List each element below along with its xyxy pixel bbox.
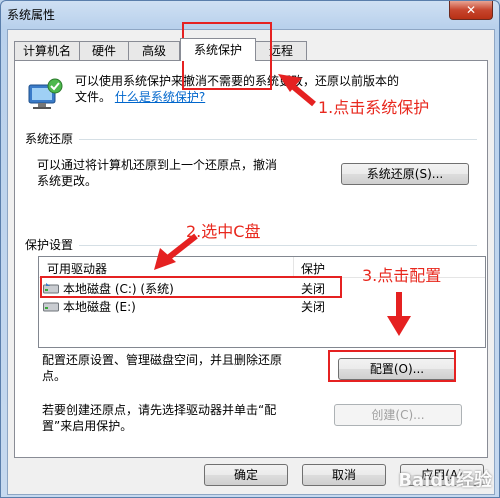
annotation-arrows xyxy=(154,74,411,336)
tab-system-protection[interactable]: 系统保护 xyxy=(180,38,256,61)
arrow-step1 xyxy=(278,74,316,107)
annotation-step2: 2.选中C盘 xyxy=(186,222,261,241)
arrow-step3 xyxy=(387,292,411,336)
annotation-step3: 3.点击配置 xyxy=(362,266,442,285)
watermark-logo: Baidu经验 xyxy=(398,470,492,491)
annotation-step1: 1.点击系统保护 xyxy=(318,98,430,117)
